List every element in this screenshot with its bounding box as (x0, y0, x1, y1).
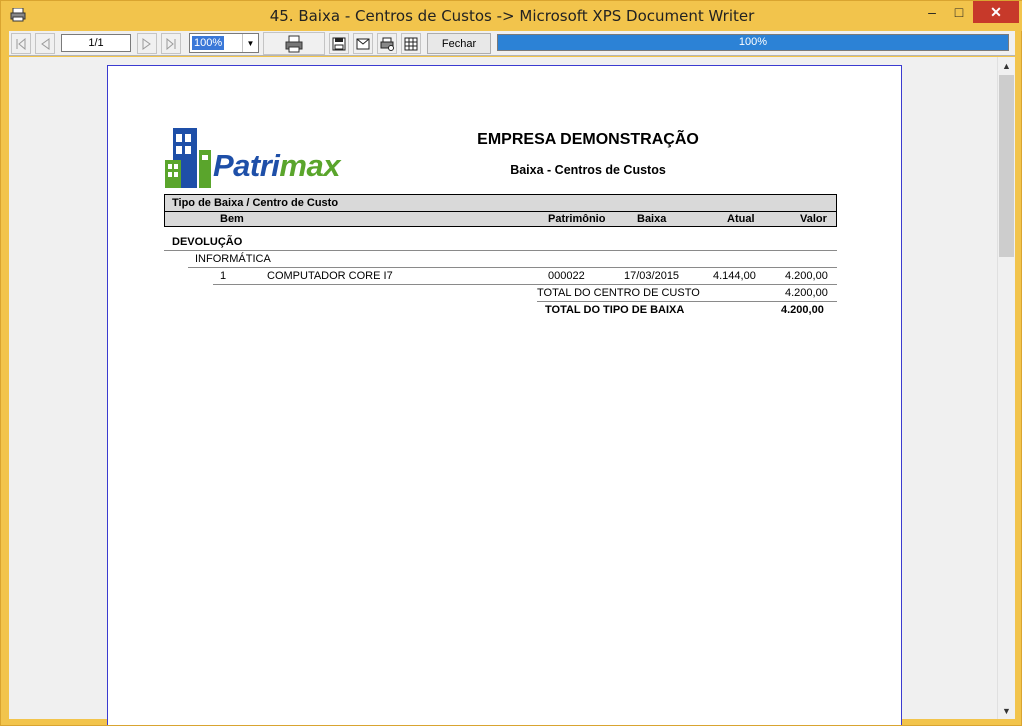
save-button[interactable] (329, 33, 349, 54)
fechar-button[interactable]: Fechar (427, 33, 491, 54)
divider (213, 284, 837, 285)
logo-text: Patrimax (213, 148, 340, 183)
scroll-up-icon[interactable]: ▲ (998, 57, 1015, 74)
column-header-patrimonio: Patrimônio (548, 213, 606, 225)
buildings-icon (165, 128, 211, 188)
vertical-scrollbar[interactable]: ▲ ▼ (997, 57, 1015, 719)
email-button[interactable] (353, 33, 373, 54)
zoom-select[interactable]: 100% ▼ (189, 33, 259, 53)
toolbar: 1/1 100% ▼ Fechar 100% (9, 31, 1015, 56)
group-header: Tipo de Baixa / Centro de Custo (164, 194, 837, 211)
last-page-icon (166, 37, 176, 50)
envelope-icon (356, 38, 370, 49)
divider (188, 267, 837, 268)
row-patrimonio: 000022 (548, 270, 585, 282)
group-type-label: DEVOLUÇÃO (172, 236, 243, 248)
cost-center-label: INFORMÁTICA (195, 253, 271, 265)
print-setup-icon (380, 37, 394, 51)
company-name: EMPRESA DEMONSTRAÇÃO (477, 131, 699, 148)
first-page-button[interactable] (11, 33, 31, 54)
window-title: 45. Baixa - Centros de Custos -> Microso… (269, 7, 755, 25)
title-bar[interactable]: 45. Baixa - Centros de Custos -> Microso… (1, 1, 1022, 31)
minimize-button[interactable]: – (919, 1, 945, 23)
previous-page-button[interactable] (35, 33, 55, 54)
printer-icon (285, 35, 303, 52)
report-title: Baixa - Centros de Custos (510, 163, 666, 177)
column-header-atual: Atual (727, 213, 755, 225)
print-button[interactable] (263, 32, 325, 55)
row-valor: 4.200,00 (785, 270, 828, 282)
next-page-button[interactable] (137, 33, 157, 54)
app-window: 45. Baixa - Centros de Custos -> Microso… (0, 0, 1022, 726)
total-type-label: TOTAL DO TIPO DE BAIXA (545, 304, 685, 316)
divider (164, 250, 837, 251)
scroll-thumb[interactable] (999, 75, 1014, 257)
total-center-label: TOTAL DO CENTRO DE CUSTO (537, 287, 700, 299)
close-button[interactable]: ✕ (973, 1, 1019, 23)
scroll-down-icon[interactable]: ▼ (998, 702, 1015, 719)
document-viewer[interactable]: Patrimax EMPRESA DEMONSTRAÇÃO Baixa - Ce… (9, 57, 997, 725)
first-page-icon (16, 37, 26, 50)
print-setup-button[interactable] (377, 33, 397, 54)
zoom-value: 100% (192, 36, 225, 50)
column-header-bem: Bem (220, 213, 244, 225)
row-atual: 4.144,00 (713, 270, 756, 282)
divider (537, 301, 837, 302)
row-baixa: 17/03/2015 (624, 270, 680, 282)
total-type-value: 4.200,00 (781, 304, 824, 316)
previous-page-icon (41, 37, 50, 50)
last-page-button[interactable] (161, 33, 181, 54)
progress-bar: 100% (497, 34, 1009, 51)
save-icon (332, 37, 346, 50)
column-header-valor: Valor (800, 213, 827, 225)
next-page-icon (142, 37, 151, 50)
column-header-baixa: Baixa (637, 213, 667, 225)
maximize-button[interactable]: □ (946, 1, 972, 23)
total-center-value: 4.200,00 (785, 287, 828, 299)
page-number-field[interactable]: 1/1 (61, 34, 131, 52)
grid-icon (404, 37, 418, 50)
progress-text: 100% (738, 36, 768, 48)
page-setup-button[interactable] (401, 33, 421, 54)
row-bem: COMPUTADOR CORE I7 (267, 270, 393, 282)
column-header-row: Bem Patrimônio Baixa Atual Valor (164, 211, 837, 227)
row-number: 1 (220, 270, 227, 282)
patrimax-logo: Patrimax (165, 128, 345, 190)
chevron-down-icon: ▼ (242, 34, 258, 52)
report-page: Patrimax EMPRESA DEMONSTRAÇÃO Baixa - Ce… (107, 65, 902, 725)
